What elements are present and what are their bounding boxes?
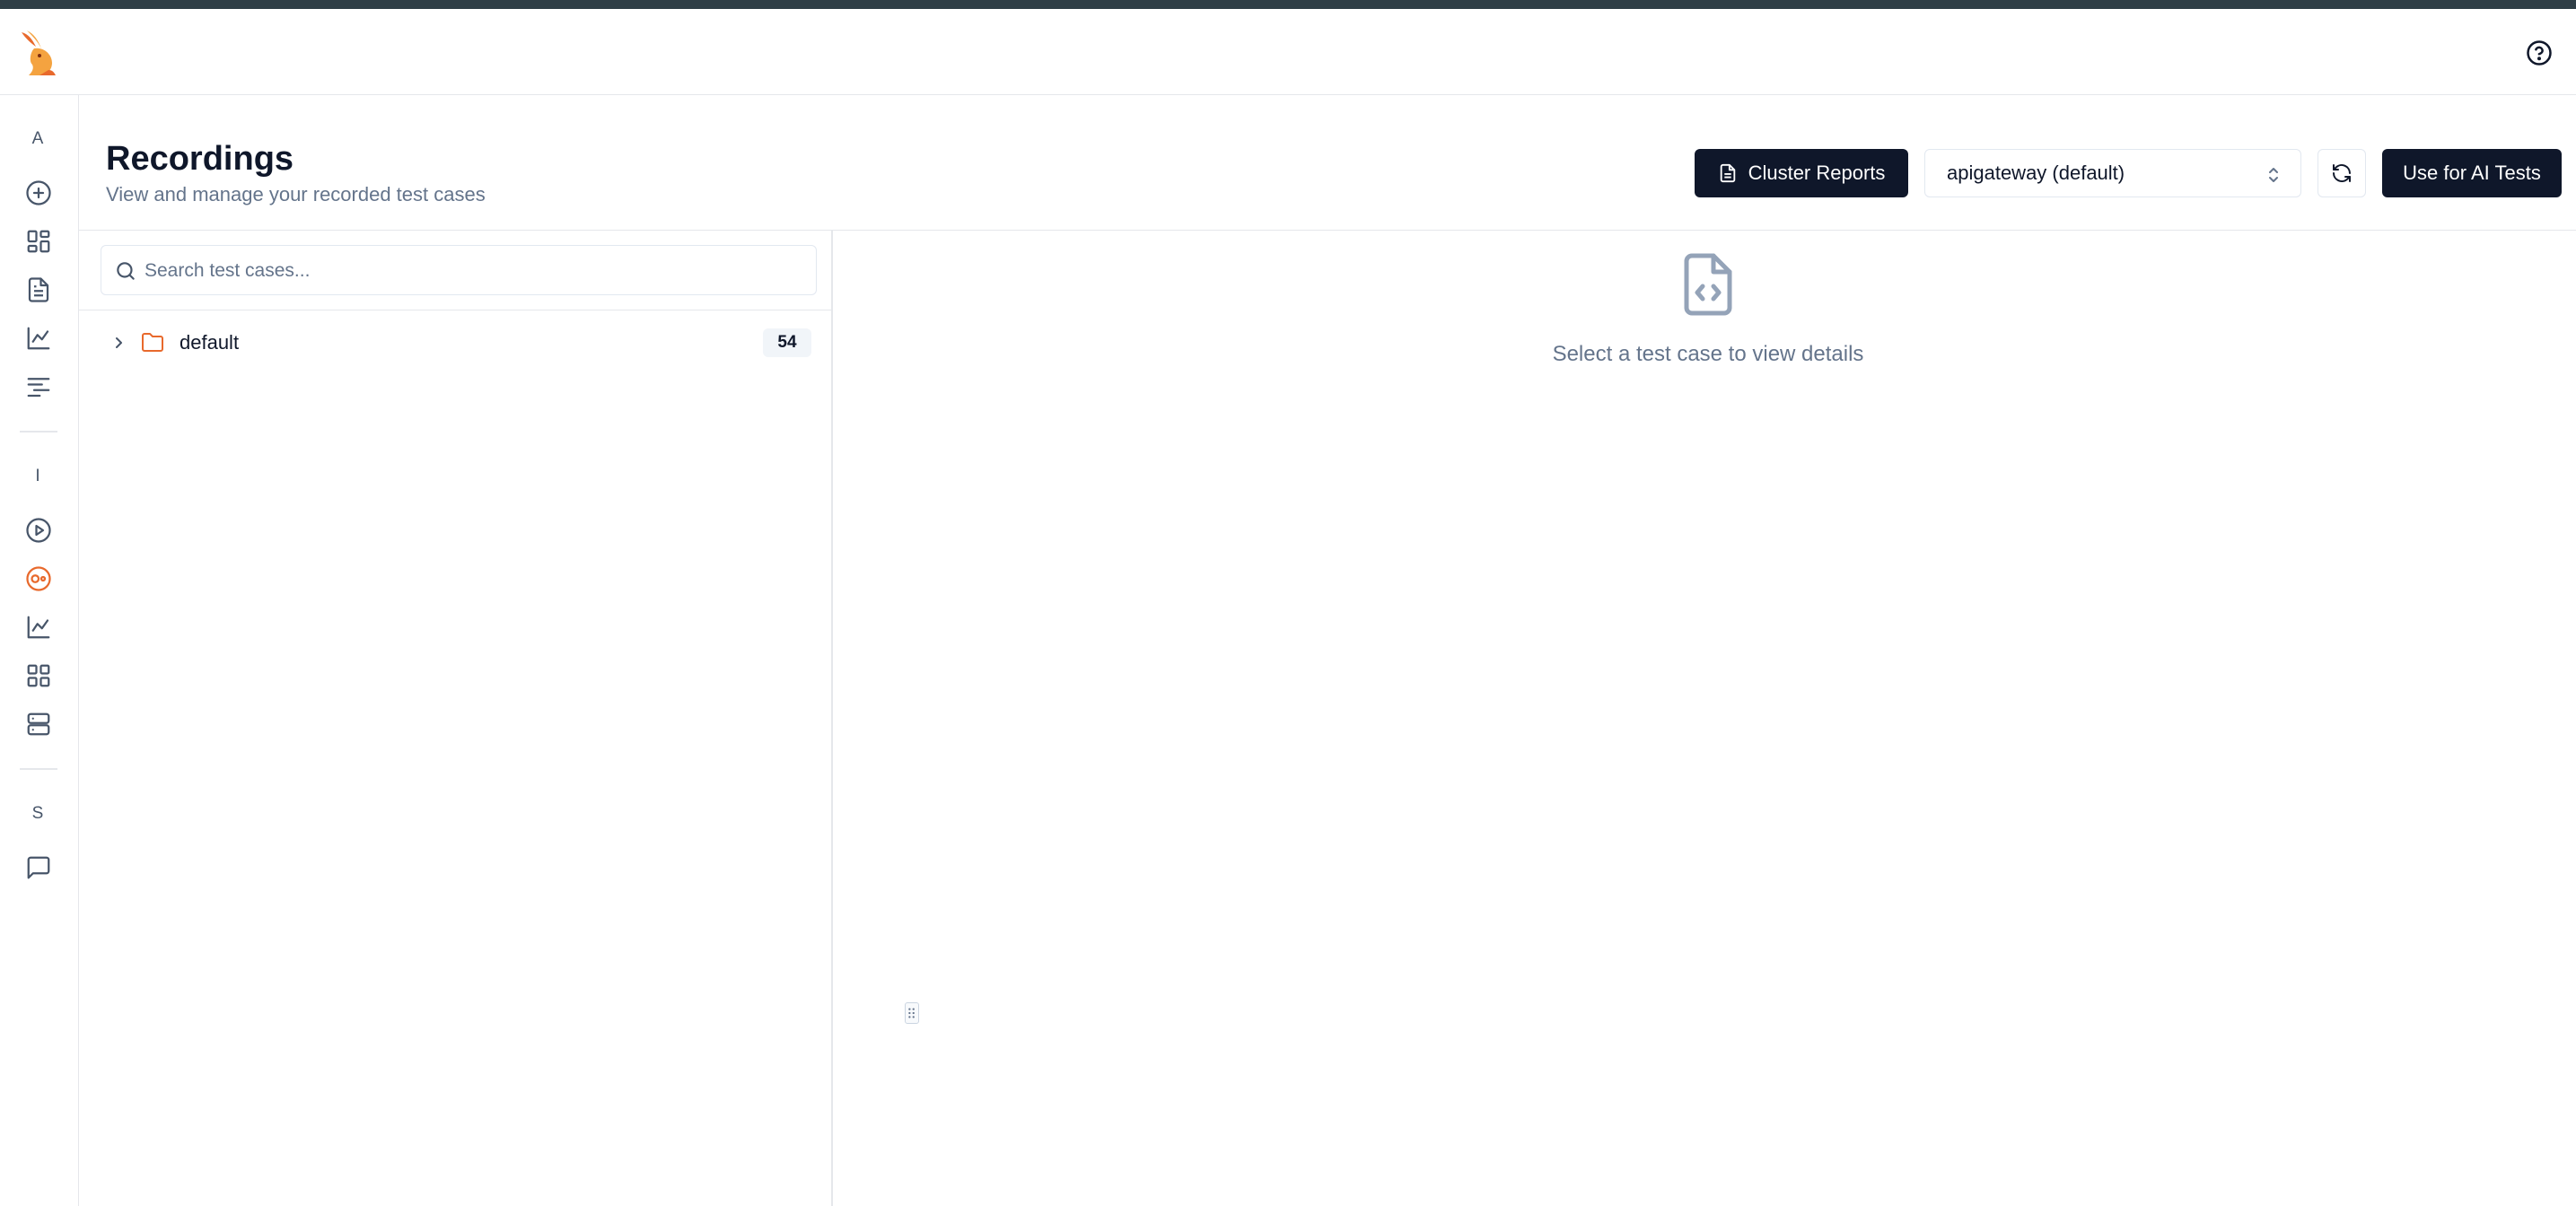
folder-name: default	[180, 331, 240, 354]
top-bar	[0, 9, 2576, 95]
line-chart-icon[interactable]	[25, 614, 52, 641]
folder-count-badge: 54	[763, 328, 811, 357]
sidebar-section-i-label: I	[35, 467, 40, 485]
empty-state-message: Select a test case to view details	[1552, 342, 1864, 366]
document-icon[interactable]	[25, 276, 52, 303]
refresh-icon	[2331, 162, 2353, 184]
message-square-icon[interactable]	[25, 854, 52, 881]
use-for-ai-tests-button[interactable]: Use for AI Tests	[2382, 149, 2562, 197]
folder-row-default[interactable]: default 54	[101, 320, 817, 365]
service-select-value: apigateway (default)	[1947, 162, 2125, 184]
sidebar: A I S	[0, 95, 79, 1206]
file-code-icon	[1681, 252, 1735, 317]
cluster-reports-label: Cluster Reports	[1748, 162, 1886, 184]
rabbit-logo-icon[interactable]	[16, 29, 59, 81]
search-icon	[114, 259, 137, 283]
server-icon[interactable]	[25, 711, 52, 738]
file-text-icon	[1718, 163, 1738, 183]
cluster-reports-button[interactable]: Cluster Reports	[1695, 149, 1908, 197]
sidebar-divider	[20, 768, 57, 770]
chevrons-up-down-icon	[2265, 164, 2282, 186]
chevron-right-icon[interactable]	[110, 334, 127, 352]
test-case-list-pane: default 54	[79, 231, 919, 1206]
recording-icon[interactable]	[25, 565, 52, 592]
refresh-button[interactable]	[2318, 149, 2366, 197]
help-circle-icon[interactable]	[2526, 39, 2553, 66]
sidebar-divider	[20, 431, 57, 433]
folder-icon	[140, 331, 165, 354]
page-subtitle: View and manage your recorded test cases	[106, 183, 486, 205]
sidebar-section-a-label: A	[31, 129, 44, 148]
play-circle-icon[interactable]	[25, 517, 52, 544]
search-input[interactable]	[145, 255, 800, 287]
service-select[interactable]: apigateway (default)	[1924, 149, 2301, 197]
dashboard-grid-icon[interactable]	[25, 228, 52, 255]
page-title: Recordings	[106, 140, 294, 178]
top-stripe	[0, 0, 2576, 9]
sidebar-section-s-label: S	[31, 804, 44, 823]
line-chart-icon[interactable]	[25, 325, 52, 352]
plus-circle-icon[interactable]	[25, 179, 52, 206]
search-box[interactable]	[101, 245, 817, 295]
text-align-icon[interactable]	[25, 373, 52, 400]
dashboard-grid-icon[interactable]	[25, 662, 52, 689]
test-case-detail-pane: Select a test case to view details	[835, 231, 2576, 1206]
page-header: Recordings View and manage your recorded…	[79, 95, 2576, 231]
